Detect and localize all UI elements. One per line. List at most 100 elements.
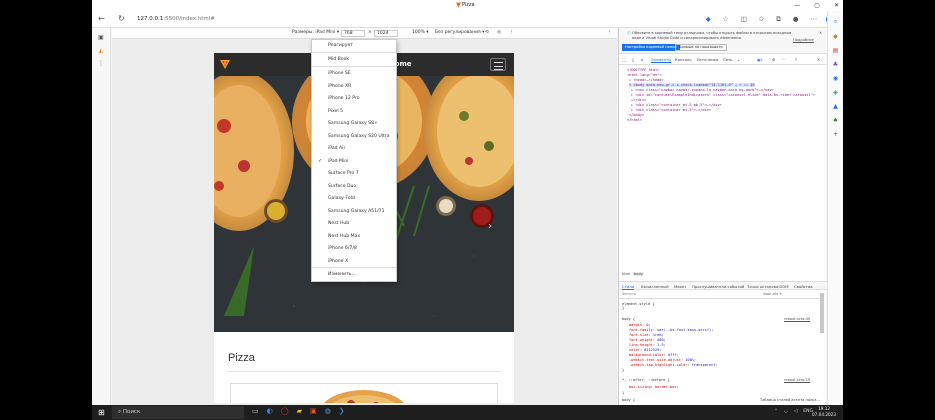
dom-node[interactable]: ▸ <div class="container mt-5 mb-5">…</di… <box>631 103 722 107</box>
dom-node[interactable]: ▸ <div id="carouselExampleIndicators" cl… <box>631 93 815 97</box>
css-property[interactable]: line-height: 1.5; <box>629 343 666 347</box>
css-rule-selector[interactable]: body { <box>622 317 635 321</box>
close-button[interactable]: ✕ <box>834 2 839 9</box>
css-property[interactable]: color: #212529; <box>629 348 661 352</box>
device-dimensions-select[interactable]: Размеры: iPad Mini ▾ <box>292 30 339 35</box>
device-select-dropdown[interactable]: Реагирует Mid Book iPhone SE iPhone XR i… <box>311 39 397 282</box>
notice-link[interactable]: Подробнее <box>793 38 814 42</box>
dom-node[interactable]: ▸ <div class="container mt-5">…</div> <box>631 108 711 112</box>
more-tabs-icon[interactable]: ⋮ <box>92 60 110 67</box>
sidebar-games-icon[interactable]: ♣ <box>828 61 843 68</box>
devtools-more-icon[interactable]: ⋯ <box>782 57 786 62</box>
sidebar-tools-icon[interactable]: ▤ <box>828 47 843 54</box>
zoom-select[interactable]: 100% ▾ <box>412 30 429 35</box>
profile-avatar-icon[interactable]: ● <box>793 15 799 24</box>
device-option[interactable]: Реагирует <box>328 43 353 48</box>
more-menu-icon[interactable]: ⋯ <box>811 15 818 24</box>
device-option[interactable]: Surface Duo <box>328 184 356 189</box>
powerpoint-app-icon[interactable]: ▣ <box>310 407 317 415</box>
tab-computed[interactable]: Вычисленный <box>641 284 669 289</box>
css-property[interactable]: -webkit-text-size-adjust: 100%; <box>629 358 696 362</box>
sidebar-add-icon[interactable]: + <box>828 131 843 138</box>
css-property[interactable]: margin: 0; <box>629 323 651 327</box>
chrome-app-icon[interactable]: ◍ <box>325 407 331 415</box>
css-property[interactable]: font-weight: 400; <box>629 338 666 342</box>
sidebar-send-icon[interactable]: ▲ <box>828 103 843 110</box>
dom-node-selected[interactable]: ▾ <body data-new-gr-c-s-check-loaded="14… <box>629 83 755 87</box>
network-icon[interactable]: ◡ <box>784 409 788 414</box>
edit-devices-option[interactable]: Изменить... <box>328 272 356 277</box>
throttle-select[interactable]: Без регулирования ▾ <box>435 30 484 35</box>
taskbar-search-box[interactable]: ⌕ Поиск <box>112 406 244 419</box>
css-property[interactable]: box-sizing: border-box; <box>629 385 679 389</box>
dom-node[interactable]: </html> <box>627 118 642 122</box>
notice-close-icon[interactable]: ✕ <box>819 31 822 35</box>
device-option[interactable]: iPad Air <box>328 146 345 151</box>
styles-filter-actions[interactable]: :hov .cls + <box>763 292 782 296</box>
css-source-link[interactable]: reboot.scss:49 <box>784 317 810 321</box>
height-input[interactable]: 1024 <box>374 30 398 37</box>
dont-show-again-button[interactable]: Больше не показывать <box>675 44 727 51</box>
styles-scrollbar[interactable] <box>820 293 824 333</box>
dom-node[interactable]: ▸ <head>…</head> <box>629 78 664 82</box>
opera-app-icon[interactable]: ◯ <box>281 407 289 415</box>
taskbar-clock[interactable]: 19:12 07.04.2023 <box>812 406 836 418</box>
split-screen-icon[interactable]: ◫ <box>741 15 747 24</box>
device-option[interactable]: Nest Hub Max <box>328 234 360 239</box>
set-root-folder-button[interactable]: Настройка корневой папки <box>622 44 680 51</box>
sensor-icon[interactable]: ◎ <box>497 30 501 35</box>
minimize-button[interactable]: — <box>794 2 800 9</box>
collections-icon[interactable]: ⧉ <box>776 15 781 24</box>
pizza-tab-icon[interactable]: ◭ <box>92 47 110 54</box>
css-rule-selector[interactable]: body { <box>622 398 635 402</box>
edge-app-icon[interactable]: ◐ <box>267 407 273 415</box>
device-option[interactable]: iPhone SE <box>328 71 351 76</box>
tab-console[interactable]: Консоль <box>675 57 692 62</box>
width-input[interactable]: 768 <box>341 30 365 37</box>
dom-node[interactable]: …</div> <box>631 98 646 102</box>
sidebar-office-icon[interactable]: ◉ <box>828 75 843 82</box>
dom-node[interactable]: </body> <box>629 113 644 117</box>
extension-icon[interactable]: ◆ <box>706 15 711 24</box>
device-option[interactable]: Nest Hub <box>328 221 349 226</box>
sidebar-tree-icon[interactable]: ♠ <box>828 117 843 124</box>
device-option[interactable]: iPhone X <box>328 259 348 264</box>
help-icon[interactable]: ? <box>795 57 797 62</box>
breadcrumb-item[interactable]: body <box>633 272 644 276</box>
favorites-icon[interactable]: ✩ <box>759 15 764 24</box>
tab-dom-breakpoints[interactable]: Точки останова DOM <box>747 284 789 289</box>
reload-icon[interactable]: ↻ <box>118 14 125 23</box>
settings-gear-icon[interactable]: ⚙ <box>772 57 775 62</box>
css-source-link[interactable]: reboot.scss:19 <box>784 378 810 382</box>
tab-title[interactable]: Pizza <box>462 2 475 8</box>
css-rule-selector[interactable]: *, ::after, ::before { <box>622 378 670 382</box>
sidebar-shopping-icon[interactable]: ◆ <box>828 33 843 40</box>
device-option[interactable]: iPhone 6/7/8 <box>328 246 357 251</box>
device-option[interactable]: Surface Pro 7 <box>328 171 359 176</box>
viewport-more-icon[interactable]: ⋮ <box>607 30 612 35</box>
carousel-next-icon[interactable]: › <box>488 221 492 232</box>
home-tab-icon[interactable]: ⌂ <box>641 57 643 62</box>
styles-filter-input[interactable]: Фильтр <box>622 292 636 296</box>
maximize-button[interactable]: ▢ <box>814 2 820 9</box>
tab-event-listeners[interactable]: Прослушиватели событий <box>692 284 744 289</box>
breadcrumb-item[interactable]: html <box>622 272 630 276</box>
dom-node[interactable]: <html lang="en"> <box>627 73 662 77</box>
hamburger-menu-button[interactable] <box>490 58 506 71</box>
css-property[interactable]: -webkit-tap-highlight-color: transparent… <box>629 363 718 367</box>
pizza-logo-icon[interactable] <box>220 59 230 69</box>
tab-styles[interactable]: Стили <box>622 284 635 290</box>
device-option[interactable]: Samsung Galaxy S8+ <box>328 121 378 126</box>
device-option-selected[interactable]: iPad Mini <box>328 159 348 164</box>
sidebar-search-icon[interactable]: ⌕ <box>828 18 843 26</box>
device-option[interactable]: Samsung Galaxy A51/71 <box>328 209 385 214</box>
device-option[interactable]: iPhone 12 Pro <box>328 96 360 101</box>
dom-node[interactable]: ▸ <nav class="navbar navbar-expand-lg na… <box>631 88 774 92</box>
back-icon[interactable]: ← <box>98 14 105 23</box>
devtools-close-icon[interactable]: ✕ <box>817 57 820 62</box>
tab-actions-icon[interactable]: ▣ <box>92 34 110 41</box>
device-option[interactable]: iPhone XR <box>328 84 351 89</box>
explorer-app-icon[interactable]: ▰ <box>297 407 302 415</box>
device-toggle-icon[interactable]: ▯ <box>632 57 634 62</box>
css-property[interactable]: background-color: #fff; <box>629 353 679 357</box>
